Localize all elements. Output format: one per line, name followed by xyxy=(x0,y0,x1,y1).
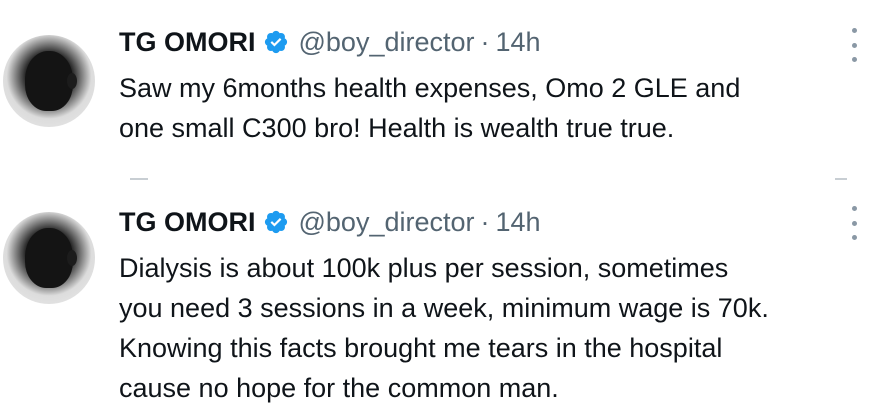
divider xyxy=(130,178,148,180)
divider xyxy=(835,178,847,180)
tweet[interactable]: TG OMORI @boy_director · 14h Saw my 6mon… xyxy=(0,0,873,178)
avatar-ear xyxy=(67,73,77,89)
tweet-text: Saw my 6months health expenses, Omo 2 GL… xyxy=(119,68,859,148)
author-handle[interactable]: @boy_director xyxy=(299,207,475,238)
more-options-icon[interactable] xyxy=(849,206,859,240)
avatar-ear xyxy=(67,250,77,266)
tweet-text: Dialysis is about 100k plus per session,… xyxy=(119,248,859,408)
timestamp[interactable]: 14h xyxy=(496,207,541,238)
tweet-text-line: Dialysis is about 100k plus per session,… xyxy=(119,253,729,283)
tweet-text-line: one small C300 bro! Health is wealth tru… xyxy=(119,113,675,143)
separator-dot: · xyxy=(480,26,490,57)
author-name[interactable]: TG OMORI xyxy=(119,207,256,238)
more-options-icon[interactable] xyxy=(849,28,859,62)
avatar-head xyxy=(25,51,73,111)
tweet[interactable]: TG OMORI @boy_director · 14h Dialysis is… xyxy=(0,178,873,412)
tweet-text-line: Knowing this facts brought me tears in t… xyxy=(119,333,723,363)
verified-badge-icon xyxy=(264,210,287,234)
separator-dot: · xyxy=(480,206,490,237)
tweet-header: TG OMORI @boy_director · 14h xyxy=(119,22,541,62)
tweet-text-line: Saw my 6months health expenses, Omo 2 GL… xyxy=(119,73,741,103)
author-name[interactable]: TG OMORI xyxy=(119,27,256,58)
tweet-text-line: you need 3 sessions in a week, minimum w… xyxy=(119,293,769,323)
timestamp[interactable]: 14h xyxy=(496,27,541,58)
avatar-head xyxy=(25,228,73,288)
author-handle[interactable]: @boy_director xyxy=(299,27,475,58)
tweet-header: TG OMORI @boy_director · 14h xyxy=(119,202,541,242)
tweet-text-line: cause no hope for the common man. xyxy=(119,373,559,403)
verified-badge-icon xyxy=(264,30,287,54)
avatar[interactable] xyxy=(3,212,95,304)
avatar[interactable] xyxy=(3,35,95,127)
